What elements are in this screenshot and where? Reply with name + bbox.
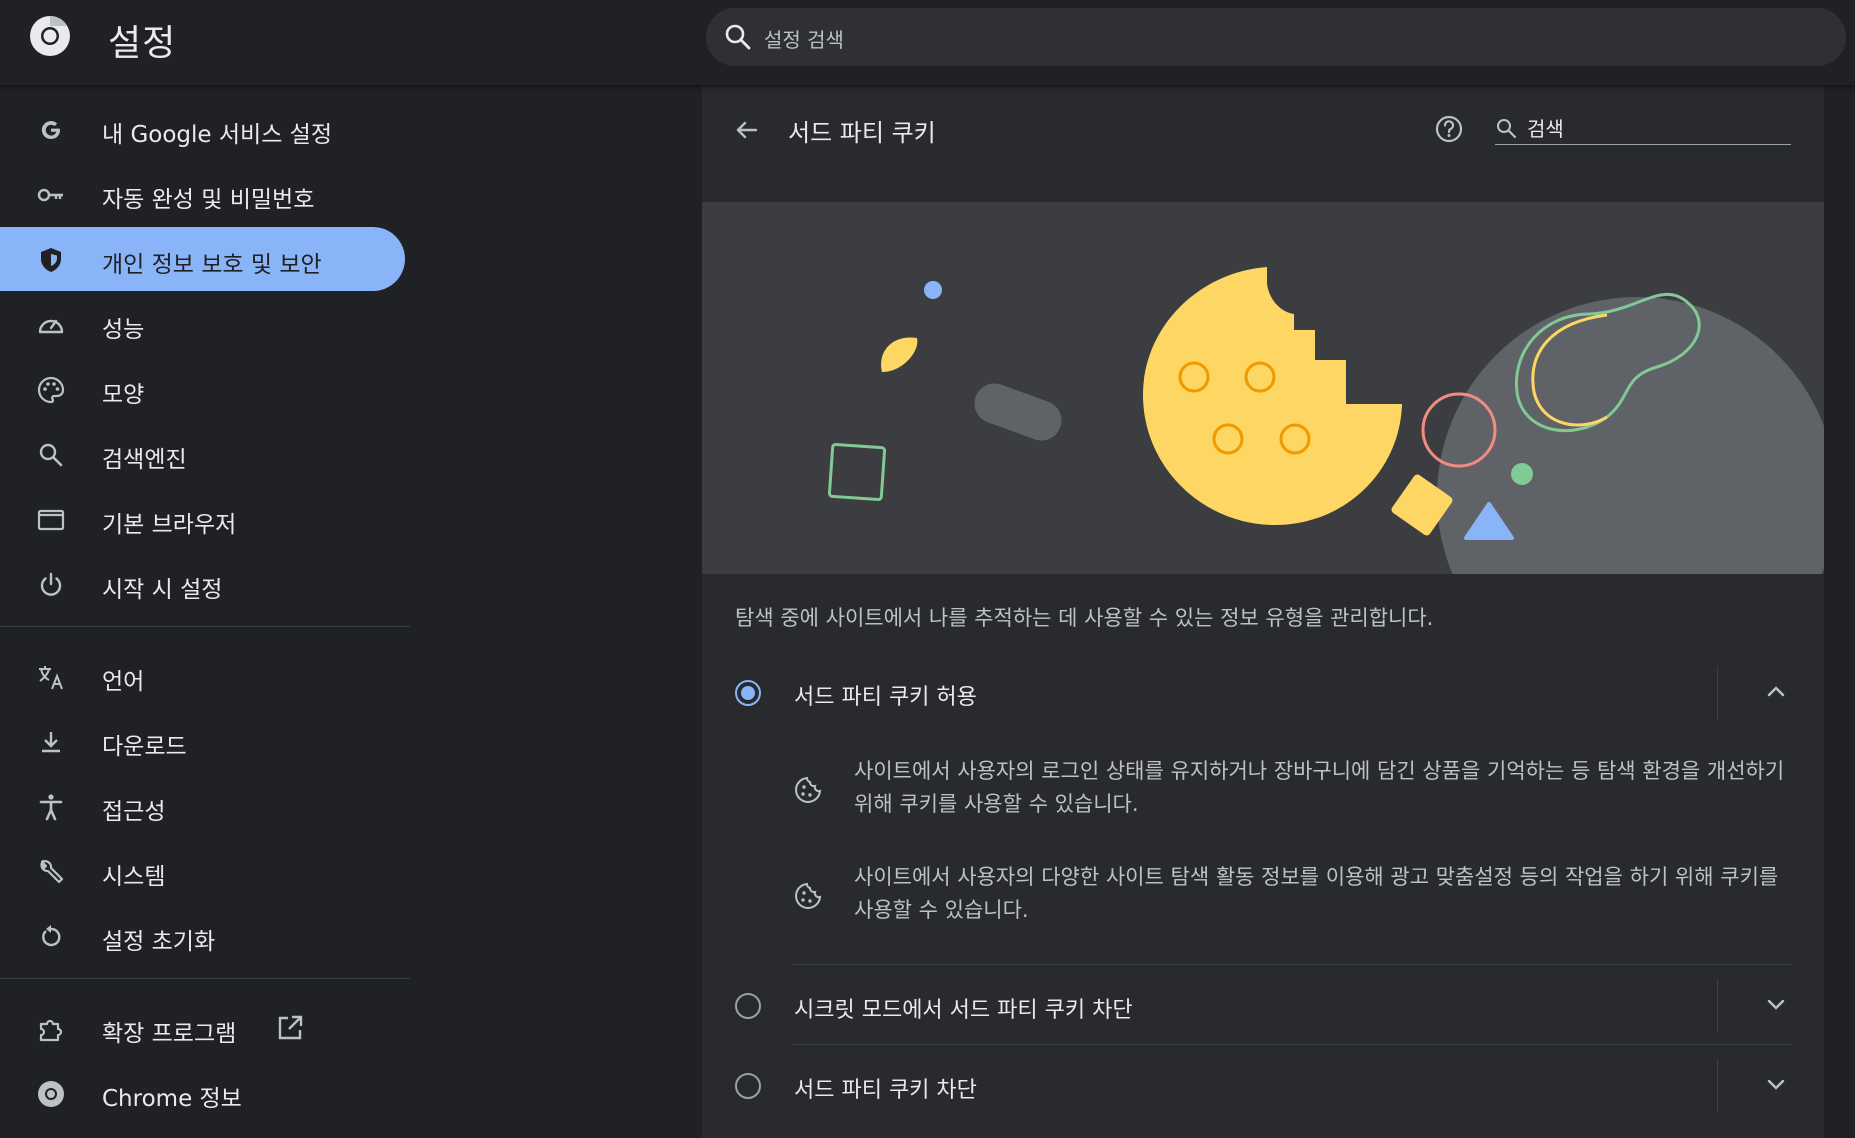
chrome-logo-icon [30,16,70,56]
speedometer-icon [38,319,64,334]
top-bar: 설정 설정 검색 [0,0,1855,85]
search-placeholder: 설정 검색 [764,28,844,52]
option-block-third-party-cookies[interactable]: 서드 파티 쿠키 차단 [702,1045,1824,1125]
divider [1717,666,1718,720]
allow-cookies-detail-1: 사이트에서 사용자의 로그인 상태를 유지하거나 장바구니에 담긴 상품을 기억… [702,755,1824,825]
accessibility-icon [39,794,63,821]
radio-block-third-party-cookies[interactable] [735,1073,761,1099]
option-block-in-incognito[interactable]: 시크릿 모드에서 서드 파티 쿠키 차단 [702,965,1824,1045]
sidebar-item-autofill[interactable]: 자동 완성 및 비밀번호 [0,162,405,226]
sidebar-item-search-engine[interactable]: 검색엔진 [0,422,405,486]
sidebar-item-reset[interactable]: 설정 초기화 [0,904,405,968]
power-icon [40,572,62,596]
cookie-illustration [702,202,1824,574]
reset-icon [42,925,61,947]
option-allow-third-party-cookies[interactable]: 서드 파티 쿠키 허용 [702,652,1824,732]
chrome-icon [38,1081,64,1107]
key-icon [37,188,63,202]
sidebar-divider [0,626,410,627]
download-icon [42,732,60,753]
help-icon[interactable] [1433,113,1465,145]
cookie-icon [795,882,822,909]
settings-search-input[interactable]: 설정 검색 [706,8,1846,66]
page-search-input[interactable]: 검색 [1495,111,1791,145]
search-icon [39,443,63,467]
chevron-down-icon[interactable] [1761,1069,1791,1099]
palette-icon [37,376,65,404]
sidebar-item-on-startup[interactable]: 시작 시 설정 [0,552,405,616]
main-panel: 서드 파티 쿠키 검색 탐색 중에 사이트에서 나를 추적하는 데 사용할 수 … [702,85,1824,1138]
sidebar-item-accessibility[interactable]: 접근성 [0,774,405,838]
sidebar-item-about-chrome[interactable]: Chrome 정보 [0,1061,405,1125]
detail-text: 사이트에서 사용자의 로그인 상태를 유지하거나 장바구니에 담긴 상품을 기억… [854,759,1785,816]
detail-text: 사이트에서 사용자의 다양한 사이트 탐색 활동 정보를 이용해 광고 맞춤설정… [854,865,1779,922]
back-arrow-icon[interactable] [732,115,762,145]
app-title: 설정 [108,23,177,64]
cookie-icon [795,776,822,803]
extension-icon [39,1019,63,1042]
page-title: 서드 파티 쿠키 [788,119,936,147]
open-in-new-icon [278,1015,303,1040]
sidebar-item-privacy[interactable]: 개인 정보 보호 및 보안 [0,227,405,291]
sidebar-item-languages[interactable]: 언어 [0,644,405,708]
allow-cookies-detail-2: 사이트에서 사용자의 다양한 사이트 탐색 활동 정보를 이용해 광고 맞춤설정… [702,861,1824,931]
chevron-down-icon[interactable] [1761,989,1791,1019]
radio-allow-third-party-cookies[interactable] [735,680,761,706]
sidebar-item-appearance[interactable]: 모양 [0,357,405,421]
sidebar-item-downloads[interactable]: 다운로드 [0,709,405,773]
sidebar-item-default-browser[interactable]: 기본 브라우저 [0,487,405,551]
translate-icon [39,666,63,690]
google-icon [41,121,60,140]
divider [1717,979,1718,1033]
sidebar-item-extensions[interactable]: 확장 프로그램 [0,996,405,1060]
sidebar-item-system[interactable]: 시스템 [0,839,405,903]
divider [1717,1059,1718,1113]
page-search-label: 검색 [1527,117,1564,141]
description-text: 탐색 중에 사이트에서 나를 추적하는 데 사용할 수 있는 정보 유형을 관리… [735,606,1434,630]
cookie-icon [1143,267,1402,525]
sidebar-item-performance[interactable]: 성능 [0,292,405,356]
search-icon [725,24,751,50]
radio-block-in-incognito[interactable] [735,993,761,1019]
sidebar-item-google-services[interactable]: 내 Google 서비스 설정 [0,97,405,161]
wrench-icon [40,859,64,884]
search-icon [1497,119,1517,139]
sidebar-divider [0,978,410,979]
chevron-up-icon[interactable] [1761,676,1791,706]
sidebar: 내 Google 서비스 설정 자동 완성 및 비밀번호 개인 정보 보호 및 … [0,85,410,1138]
browser-window-icon [37,509,65,531]
shield-icon [41,248,61,272]
